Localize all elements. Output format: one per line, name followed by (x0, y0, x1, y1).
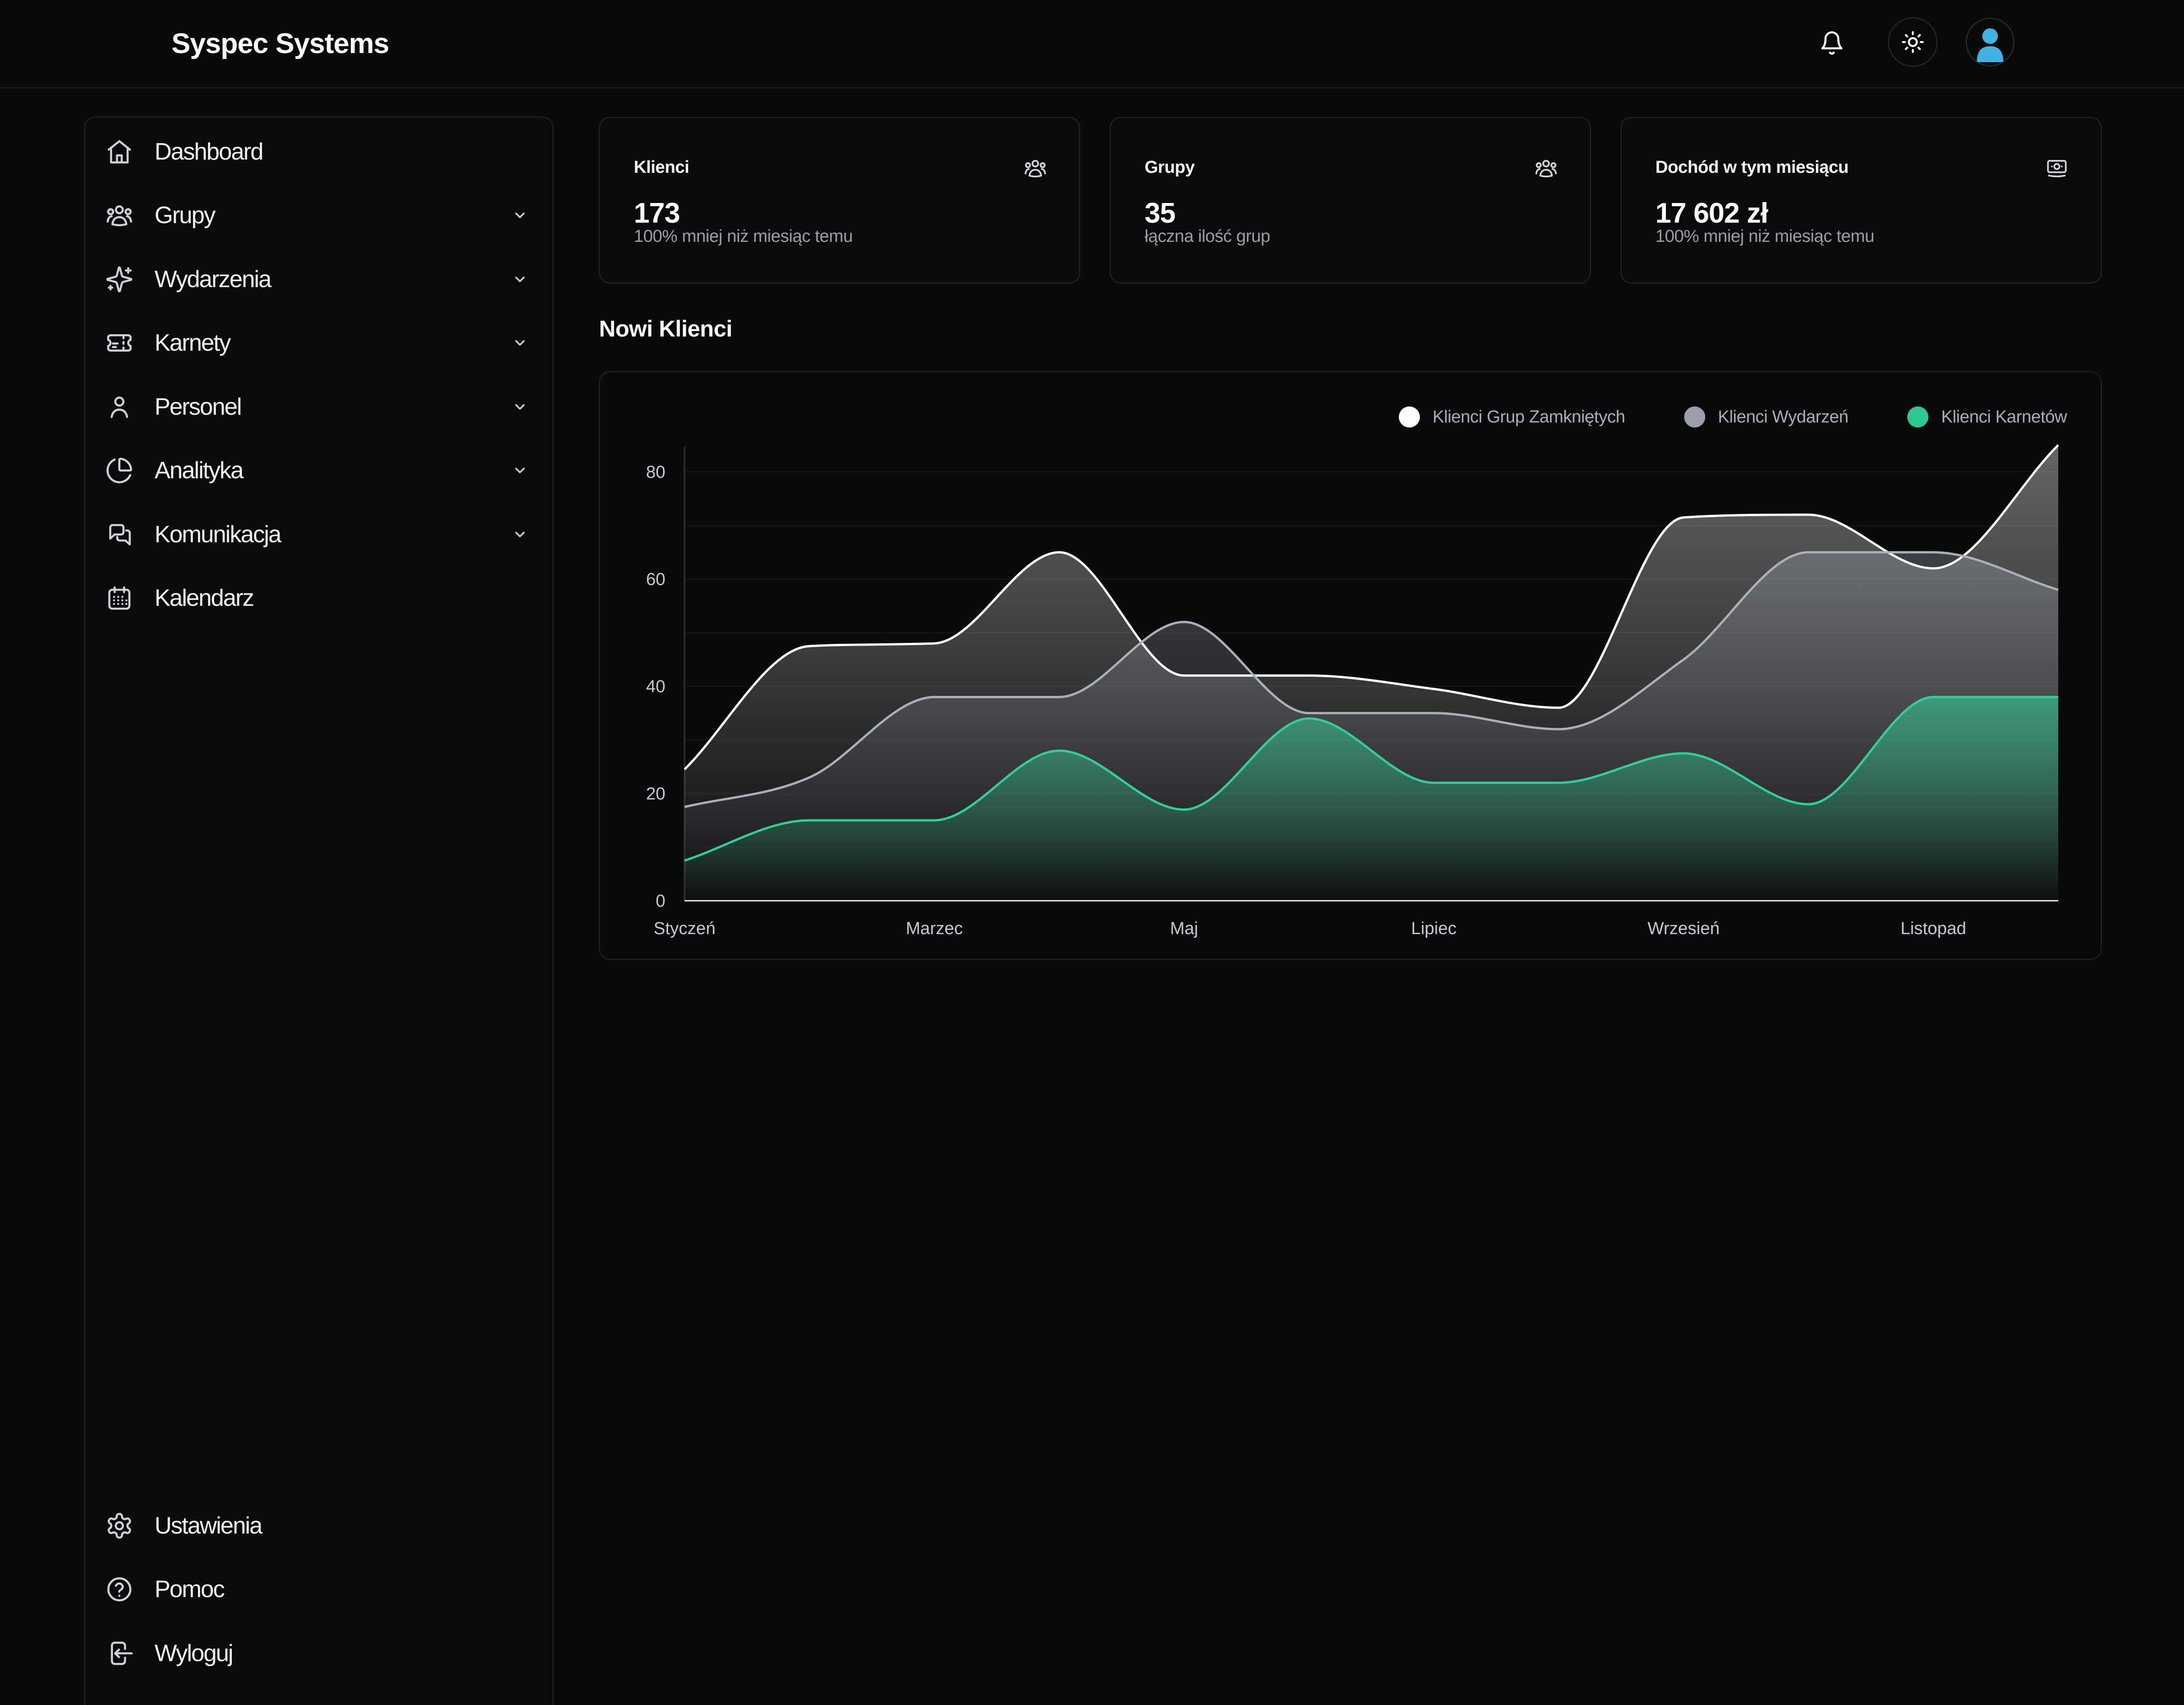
svg-text:Marzec: Marzec (906, 919, 963, 938)
svg-text:Lipiec: Lipiec (1411, 919, 1456, 938)
svg-text:Styczeń: Styczeń (653, 919, 715, 938)
svg-text:20: 20 (646, 785, 665, 804)
svg-text:Maj: Maj (1170, 919, 1198, 938)
svg-text:Listopad: Listopad (1900, 919, 1966, 938)
svg-text:60: 60 (646, 570, 665, 589)
svg-text:80: 80 (646, 463, 665, 482)
svg-text:Wrzesień: Wrzesień (1648, 919, 1720, 938)
svg-text:40: 40 (646, 677, 665, 696)
svg-text:0: 0 (656, 892, 665, 911)
